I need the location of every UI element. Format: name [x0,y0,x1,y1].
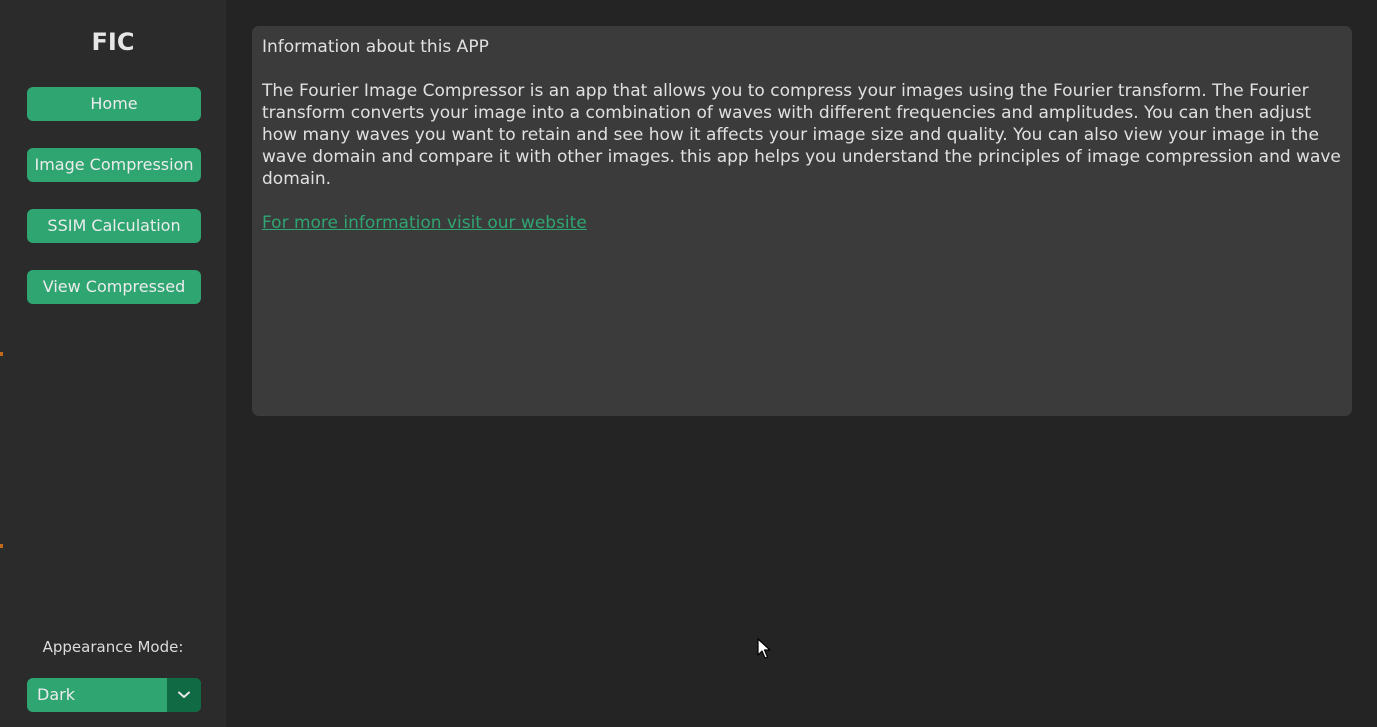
appearance-mode-label: Appearance Mode: [42,638,184,656]
website-link[interactable]: For more information visit our website [262,213,587,233]
home-button[interactable]: Home [27,87,201,121]
ssim-calculation-button[interactable]: SSIM Calculation [27,209,201,243]
appearance-mode-value: Dark [37,685,75,704]
info-title: Information about this APP [262,37,489,57]
info-description: The Fourier Image Compressor is an app t… [262,81,1341,189]
appearance-mode-dropdown-button[interactable] [167,678,201,712]
view-compressed-button[interactable]: View Compressed [27,270,201,304]
image-compression-button[interactable]: Image Compression [27,148,201,182]
sidebar: FIC Home Image Compression SSIM Calculat… [0,0,226,727]
app-window: FIC Home Image Compression SSIM Calculat… [0,0,1377,727]
window-edge-mark [0,352,3,356]
window-edge-mark [0,544,3,548]
info-panel: Information about this APP The Fourier I… [252,26,1352,416]
app-title: FIC [91,28,135,56]
chevron-down-icon [178,691,190,698]
mouse-cursor-icon [757,638,771,659]
appearance-mode-select[interactable]: Dark [27,678,201,712]
info-textbox[interactable]: Information about this APP The Fourier I… [262,36,1342,234]
